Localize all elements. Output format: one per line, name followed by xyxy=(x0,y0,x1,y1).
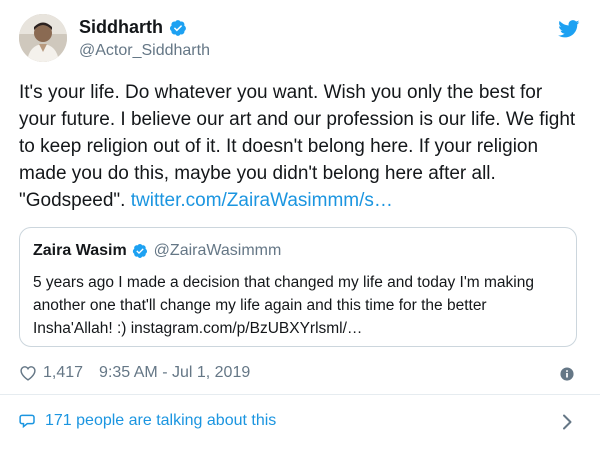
tweet-link[interactable]: twitter.com/ZairaWasimmm/s… xyxy=(131,190,393,211)
like-count[interactable]: 1,417 xyxy=(43,364,83,382)
conversation-label[interactable]: 171 people are talking about this xyxy=(45,412,276,430)
chevron-right-icon[interactable] xyxy=(562,414,572,430)
info-icon[interactable] xyxy=(560,367,574,381)
divider xyxy=(0,394,600,395)
author-name-row[interactable]: Siddharth xyxy=(79,17,187,38)
quoted-display-name: Zaira Wasim xyxy=(33,242,127,259)
author-display-name[interactable]: Siddharth xyxy=(79,17,163,38)
conversation-link[interactable]: 171 people are talking about this xyxy=(19,412,276,430)
twitter-bird-icon[interactable] xyxy=(558,20,580,38)
tweet-meta: 1,417 9:35 AM - Jul 1, 2019 xyxy=(19,364,250,382)
comment-bubble-icon xyxy=(19,412,37,430)
tweet-text: It's your life. Do whatever you want. Wi… xyxy=(19,79,584,214)
avatar[interactable] xyxy=(19,14,67,62)
embedded-tweet-card: Siddharth @Actor_Siddharth It's your lif… xyxy=(0,0,600,450)
quoted-handle: @ZairaWasimmm xyxy=(153,242,282,259)
author-handle[interactable]: @Actor_Siddharth xyxy=(79,42,210,60)
quoted-tweet[interactable]: Zaira Wasim @ZairaWasimmm 5 years ago I … xyxy=(19,227,577,347)
heart-icon[interactable] xyxy=(19,365,37,381)
verified-badge-icon xyxy=(169,19,187,37)
timestamp[interactable]: 9:35 AM - Jul 1, 2019 xyxy=(99,364,250,382)
quoted-author-row: Zaira Wasim @ZairaWasimmm xyxy=(33,242,281,260)
verified-badge-icon xyxy=(132,243,148,259)
quoted-text: 5 years ago I made a decision that chang… xyxy=(33,274,534,337)
